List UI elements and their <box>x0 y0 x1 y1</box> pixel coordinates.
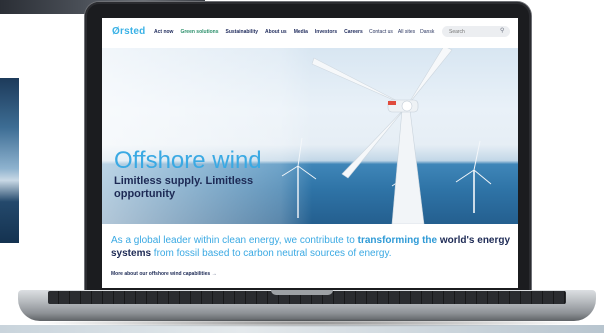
laptop-shadow <box>30 319 586 327</box>
search-icon[interactable]: ⚲ <box>500 27 504 34</box>
intro-statement: As a global leader within clean energy, … <box>111 234 513 260</box>
language-link[interactable]: Dansk <box>420 29 434 35</box>
hero-subtitle: Limitless supply. Limitless opportunity <box>114 175 254 200</box>
contact-us-link[interactable]: Contact us <box>369 29 393 35</box>
menu-item-media[interactable]: Media <box>294 29 308 35</box>
intro-text-end: from fossil based to carbon neutral sour… <box>151 248 392 259</box>
main-turbine <box>311 48 453 224</box>
hero-title: Offshore wind <box>114 147 262 174</box>
far-turbine-right <box>455 140 492 213</box>
laptop-hinge-notch <box>271 290 333 295</box>
main-menu: Act now Green solutions Sustainability A… <box>154 29 363 35</box>
laptop-screen: Ørsted Act now Green solutions Sustainab… <box>102 18 518 288</box>
menu-item-sustainability[interactable]: Sustainability <box>226 29 259 35</box>
site-header: Ørsted Act now Green solutions Sustainab… <box>102 18 518 48</box>
utility-menu: Contact us All sites Dansk <box>369 29 434 35</box>
hero-banner: Offshore wind Limitless supply. Limitles… <box>102 48 518 224</box>
more-offshore-wind-link[interactable]: More about our offshore wind capabilitie… <box>111 271 217 277</box>
menu-item-investors[interactable]: Investors <box>315 29 337 35</box>
menu-item-about-us[interactable]: About us <box>265 29 287 35</box>
menu-item-careers[interactable]: Careers <box>344 29 363 35</box>
menu-item-act-now[interactable]: Act now <box>154 29 173 35</box>
background-photo-left <box>0 78 19 243</box>
all-sites-link[interactable]: All sites <box>398 29 415 35</box>
menu-item-green-solutions[interactable]: Green solutions <box>180 29 218 35</box>
orsted-logo[interactable]: Ørsted <box>112 26 145 37</box>
intro-text-start: As a global leader within clean energy, … <box>111 235 358 246</box>
intro-highlight-1: transforming the <box>357 235 438 246</box>
